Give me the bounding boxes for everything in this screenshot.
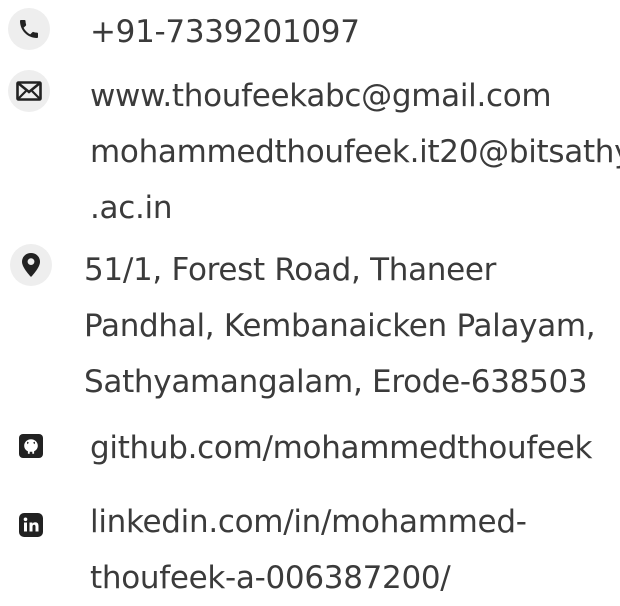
address-line2: Pandhal, Kembanaicken Palayam,: [84, 308, 596, 344]
linkedin-link-line2[interactable]: thoufeek-a-006387200/: [90, 550, 451, 606]
location-pin-icon: [10, 244, 52, 286]
phone-number[interactable]: +91-7339201097: [90, 4, 360, 60]
email-secondary-line1[interactable]: mohammedthoufeek.it20@bitsathy: [90, 124, 620, 180]
github-icon: [19, 434, 43, 458]
linkedin-icon: [19, 513, 43, 537]
address-line3: Sathyamangalam, Erode-638503: [84, 364, 588, 400]
email-secondary-line2[interactable]: .ac.in: [90, 180, 173, 236]
address-line1: 51/1, Forest Road, Thaneer: [84, 252, 497, 288]
phone-icon: [8, 8, 50, 50]
linkedin-link-line1[interactable]: linkedin.com/in/mohammed-: [90, 494, 527, 550]
github-link[interactable]: github.com/mohammedthoufeek: [90, 420, 593, 476]
envelope-icon: [8, 70, 50, 112]
email-primary[interactable]: www.thoufeekabc@gmail.com: [90, 68, 552, 124]
